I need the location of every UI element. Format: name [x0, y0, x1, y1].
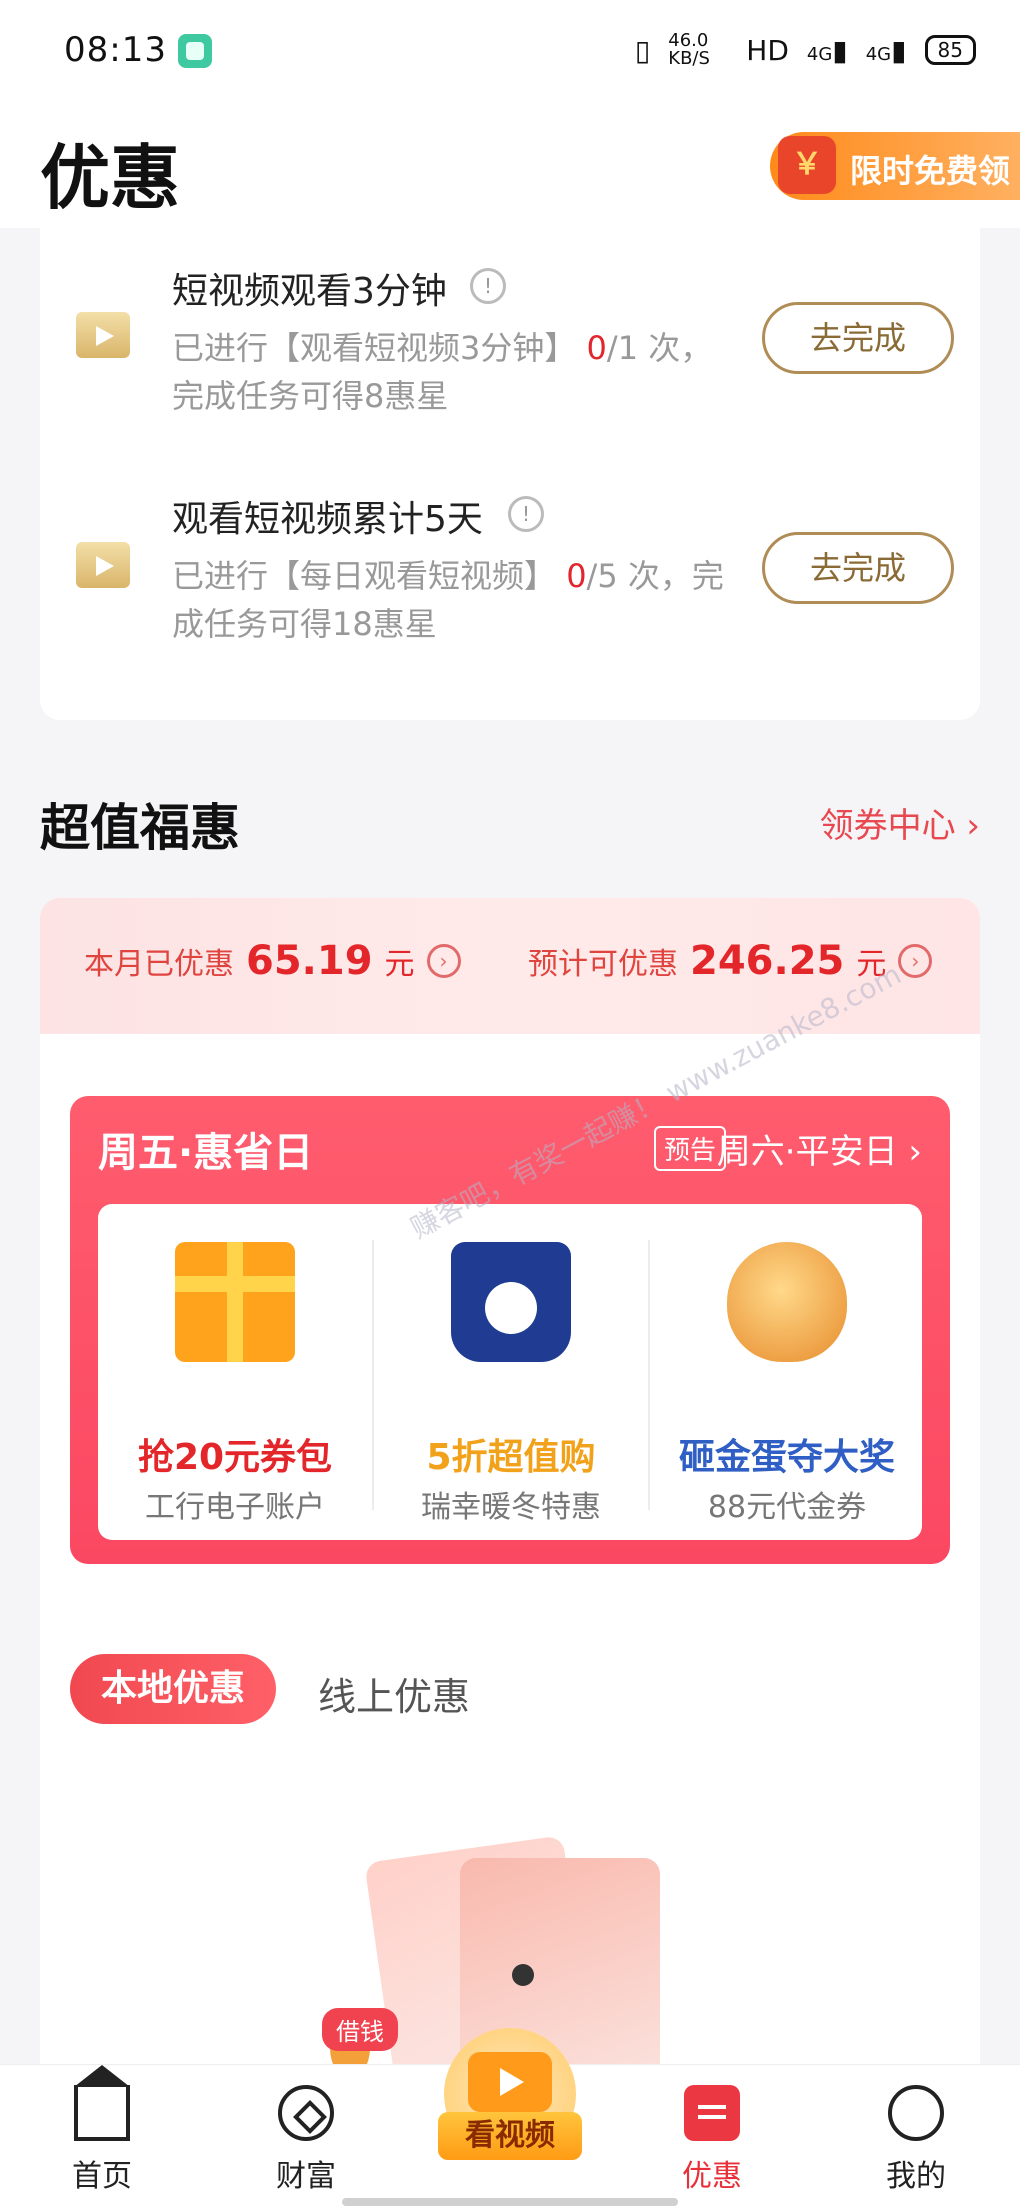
nav-wealth-label: 财富 — [276, 2159, 336, 2194]
vibrate-icon: ▯ — [634, 33, 651, 67]
deal-subtitle: 88元代金券 — [707, 1490, 867, 1525]
today-deal-title: 周五·惠省日 — [98, 1130, 314, 1176]
promo-label: 限时免费领 — [850, 152, 1011, 190]
month-savings-value: 65.19 — [246, 938, 373, 984]
deal-item[interactable]: 砸金蛋夺大奖 88元代金券 — [650, 1204, 924, 1540]
coffee-cup-icon — [451, 1242, 571, 1362]
deal-panel: 抢20元券包 工行电子账户 5折超值购 瑞幸暖冬特惠 砸金蛋夺大奖 88元代金券 — [98, 1204, 922, 1540]
ticket-icon — [684, 2085, 740, 2141]
battery-icon: 85 — [924, 35, 976, 65]
deal-title: 砸金蛋夺大奖 — [678, 1437, 895, 1478]
month-savings[interactable]: 本月已优惠 65.19 元 › — [84, 938, 461, 984]
nav-home-label: 首页 — [72, 2159, 132, 2194]
nav-wealth[interactable]: 财富 — [246, 2085, 366, 2195]
home-indicator[interactable] — [342, 2198, 678, 2206]
complete-task-button[interactable]: 去完成 — [762, 532, 954, 604]
task-item: 观看短视频累计5天 ! 已进行【每日观看短视频】 0/5 次，完成任务可得18惠… — [40, 460, 980, 690]
network-speed: 46.0 KB/S — [668, 30, 710, 69]
user-icon — [888, 2085, 944, 2141]
info-icon[interactable]: ! — [470, 268, 506, 304]
wealth-icon — [278, 2085, 334, 2141]
task-desc-prefix: 已进行【每日观看短视频】 — [172, 557, 557, 595]
chevron-right-icon: › — [426, 944, 461, 978]
next-day-link[interactable]: 周六·平安日 › — [717, 1124, 922, 1173]
preview-tag: 预告 — [653, 1126, 726, 1171]
month-savings-label: 本月已优惠 — [84, 947, 234, 982]
net-label-2: 4G — [865, 43, 892, 65]
section-title: 超值福惠 — [40, 799, 240, 857]
deal-title: 抢20元券包 — [137, 1437, 333, 1478]
deal-subtitle: 工行电子账户 — [145, 1490, 325, 1525]
info-icon[interactable]: ! — [508, 496, 544, 532]
tv-play-icon — [468, 2052, 552, 2112]
illustration-person — [512, 1964, 534, 1986]
page-header: 优惠 ￥ 限时免费领 — [0, 100, 1020, 228]
deal-item[interactable]: 5折超值购 瑞幸暖冬特惠 — [374, 1204, 648, 1540]
nav-home[interactable]: 首页 — [42, 2065, 162, 2195]
watch-video-button[interactable]: 看视频 — [438, 2028, 582, 2178]
task-desc-prefix: 已进行【观看短视频3分钟】 — [172, 329, 577, 367]
chevron-right-icon: › — [898, 944, 933, 978]
red-envelope-icon: ￥ — [778, 136, 836, 194]
nav-me[interactable]: 我的 — [856, 2085, 976, 2195]
tab-local-offers[interactable]: 本地优惠 — [70, 1654, 276, 1724]
nav-me-label: 我的 — [886, 2159, 946, 2194]
nav-benefit-label: 优惠 — [682, 2159, 742, 2194]
video-icon — [76, 542, 130, 588]
status-bar: 08:13 ▯ 46.0 KB/S HD 4G▮ 4G▮ 85 — [0, 0, 1020, 100]
signal-icon-1: 4G▮ — [806, 33, 848, 67]
home-icon — [74, 2065, 130, 2141]
complete-task-button[interactable]: 去完成 — [762, 302, 954, 374]
net-label-1: 4G — [806, 43, 833, 65]
status-time: 08:13 — [64, 30, 167, 70]
nav-benefit[interactable]: 优惠 — [652, 2085, 772, 2195]
task-progress-done: 0 — [586, 329, 607, 367]
video-icon — [76, 312, 130, 358]
task-progress-done: 0 — [566, 557, 587, 595]
tab-online-offers[interactable]: 线上优惠 — [318, 1666, 470, 1721]
task-title: 短视频观看3分钟 — [172, 271, 447, 312]
task-title: 观看短视频累计5天 — [172, 499, 483, 540]
expected-savings-value: 246.25 — [690, 938, 845, 984]
hd-indicator: HD — [746, 33, 789, 67]
task-item: 短视频观看3分钟 ! 已进行【观看短视频3分钟】 0/1 次，完成任务可得8惠星… — [40, 228, 980, 458]
task-progress-total: /1 — [606, 329, 639, 367]
gift-box-icon — [175, 1242, 295, 1362]
signal-icon-2: 4G▮ — [865, 33, 907, 67]
task-progress-total: /5 — [586, 557, 618, 595]
month-savings-unit: 元 — [384, 947, 415, 982]
deal-subtitle: 瑞幸暖冬特惠 — [421, 1490, 601, 1525]
expected-savings-label: 预计可优惠 — [528, 947, 678, 982]
golden-egg-icon — [727, 1242, 847, 1362]
benefits-card: 本月已优惠 65.19 元 › 预计可优惠 246.25 元 › 周五·惠省日 … — [40, 898, 980, 2088]
task-description: 已进行【观看短视频3分钟】 0/1 次，完成任务可得8惠星 — [172, 324, 732, 420]
deal-title: 5折超值购 — [426, 1437, 596, 1478]
free-promo-button[interactable]: ￥ 限时免费领 — [770, 132, 1020, 200]
deal-item[interactable]: 抢20元券包 工行电子账户 — [98, 1204, 372, 1540]
loan-badge[interactable]: 借钱 — [322, 2008, 398, 2051]
status-indicators: ▯ 46.0 KB/S HD 4G▮ 4G▮ 85 — [635, 32, 976, 68]
watch-video-label: 看视频 — [438, 2112, 582, 2160]
task-card: 短视频观看3分钟 ! 已进行【观看短视频3分钟】 0/1 次，完成任务可得8惠星… — [40, 228, 980, 720]
coupon-center-link[interactable]: 领券中心 › — [820, 798, 980, 847]
page-title: 优惠 — [40, 137, 180, 219]
app-notification-icon — [178, 34, 212, 68]
task-description: 已进行【每日观看短视频】 0/5 次，完成任务可得18惠星 — [172, 552, 732, 648]
